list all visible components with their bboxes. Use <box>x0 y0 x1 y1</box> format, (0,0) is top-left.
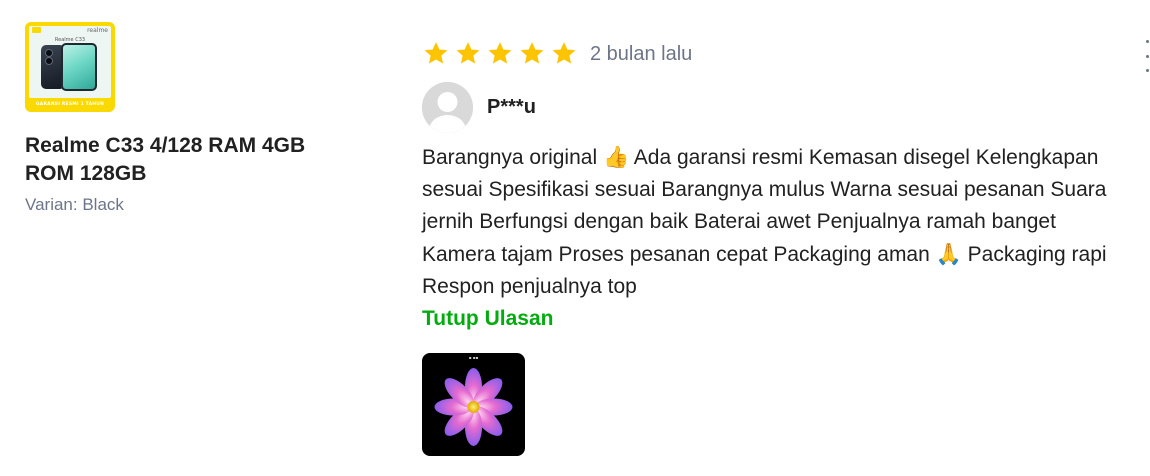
avatar[interactable] <box>422 82 473 133</box>
star-icon <box>520 42 544 64</box>
photo-status-bar: ▪ ▪▪ <box>468 355 479 360</box>
menu-dot <box>1145 54 1149 58</box>
flower-icon <box>434 368 513 446</box>
pray-icon: 🙏 <box>935 242 962 266</box>
star-rating <box>422 40 578 68</box>
product-info: realme Realme C33 GARANSI RESMI 1 TAHUN … <box>25 22 325 215</box>
review-photo[interactable]: ▪ ▪▪ <box>422 353 525 456</box>
star-icon <box>424 42 448 64</box>
star-icon <box>456 42 480 64</box>
menu-dot <box>1145 69 1149 72</box>
review-card: 2 bulan lalu P***u Barangnya original 👍 … <box>422 36 1132 456</box>
close-review-link[interactable]: Tutup Ulasan <box>422 303 553 335</box>
rating-row: 2 bulan lalu <box>422 36 1132 72</box>
reviewer-row: P***u <box>422 82 1132 133</box>
thumbnail-banner: GARANSI RESMI 1 TAHUN <box>35 102 105 107</box>
thumbnail-brand: realme <box>87 26 108 34</box>
product-thumbnail[interactable]: realme Realme C33 GARANSI RESMI 1 TAHUN <box>25 22 115 112</box>
reviewer-name: P***u <box>487 96 536 118</box>
review-text-part-1: Barangnya original <box>422 146 603 169</box>
review-time: 2 bulan lalu <box>590 42 693 65</box>
product-name[interactable]: Realme C33 4/128 RAM 4GB ROM 128GB <box>25 132 325 188</box>
star-icon <box>552 42 576 64</box>
product-variant: Varian: Black <box>25 195 124 214</box>
review-text: Barangnya original 👍 Ada garansi resmi K… <box>422 141 1127 303</box>
menu-dot <box>1145 40 1149 43</box>
phone-mint-icon <box>61 43 97 91</box>
star-icon <box>488 42 512 64</box>
thumbnail-topbar: realme <box>29 26 111 34</box>
user-avatar-icon <box>422 82 473 133</box>
kebab-menu-icon[interactable] <box>1144 40 1150 72</box>
thumbs-up-icon: 👍 <box>602 145 630 169</box>
brand-chip-icon <box>32 27 41 33</box>
